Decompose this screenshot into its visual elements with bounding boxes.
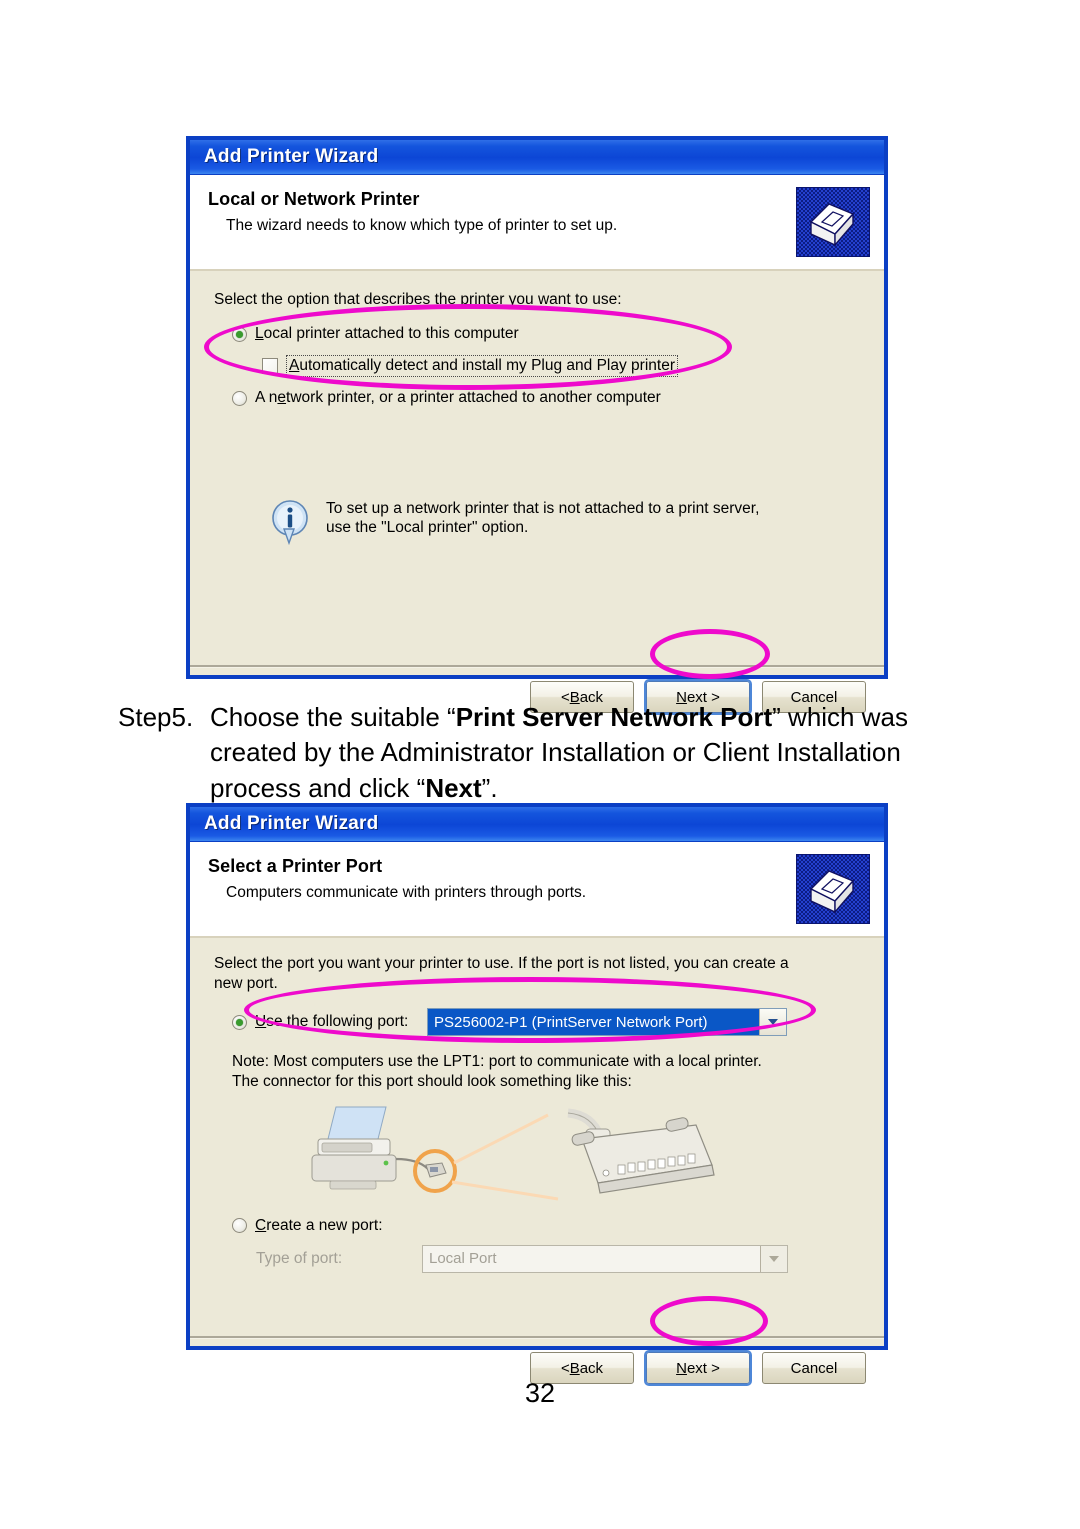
port-select-value: PS256002-P1 (PrintServer Network Port) xyxy=(428,1009,759,1036)
dialog1-header-subtitle: The wizard needs to know which type of p… xyxy=(226,217,618,234)
dialog2-header-title: Select a Printer Port xyxy=(208,856,383,876)
info-note-text: To set up a network printer that is not … xyxy=(326,499,759,538)
info-note-line2: use the "Local printer" option. xyxy=(326,519,529,537)
dialog1-body: Select the option that describes the pri… xyxy=(190,271,884,665)
radio-use-following-port-label: Use the following port: xyxy=(255,1013,409,1031)
radio-use-following-port[interactable]: Use the following port: PS256002-P1 (Pri… xyxy=(232,1008,862,1037)
radio-local-printer[interactable]: Local printer attached to this computer xyxy=(232,325,862,343)
dialog2-header-panel: Select a Printer Port Computers communic… xyxy=(190,842,884,938)
step-body: Choose the suitable “Print Server Networ… xyxy=(210,700,958,806)
dialog1-titlebar: Add Printer Wizard xyxy=(190,140,884,175)
radio-use-following-port-indicator[interactable] xyxy=(232,1014,247,1030)
dialog2-prompt-line2: new port. xyxy=(214,975,278,993)
step-body-bold1: Print Server Network Port xyxy=(455,702,773,732)
dialog2-header-subtitle: Computers communicate with printers thro… xyxy=(226,884,587,901)
port-select[interactable]: PS256002-P1 (PrintServer Network Port) xyxy=(427,1008,787,1037)
step-body-part3: ”. xyxy=(481,772,498,803)
dialog2-body: Select the port you want your printer to… xyxy=(190,938,884,1336)
add-printer-wizard-dialog-1: Add Printer Wizard Local or Network Prin… xyxy=(187,137,887,713)
info-note-line1: To set up a network printer that is not … xyxy=(326,500,760,517)
instruction-step5: Step5. Choose the suitable “Print Server… xyxy=(118,700,958,806)
add-printer-wizard-dialog-2: Add Printer Wizard Select a Printer Port… xyxy=(187,804,887,1384)
radio-local-printer-indicator[interactable] xyxy=(232,326,247,342)
dialog1-title: Add Printer Wizard xyxy=(204,146,379,167)
dialog2-note-line2: The connector for this port should look … xyxy=(232,1073,632,1091)
type-of-port-select[interactable]: Local Port xyxy=(422,1244,788,1273)
radio-network-printer[interactable]: A network printer, or a printer attached… xyxy=(232,389,862,407)
dialog2-title: Add Printer Wizard xyxy=(204,813,379,834)
step-body-part1: Choose the suitable “ xyxy=(210,702,456,732)
radio-create-new-port[interactable]: Create a new port: xyxy=(232,1217,862,1235)
dialog1-prompt: Select the option that describes the pri… xyxy=(214,291,622,308)
checkbox-autodetect[interactable]: Automatically detect and install my Plug… xyxy=(262,355,862,377)
printer-icon xyxy=(796,854,870,924)
information-icon xyxy=(272,500,308,546)
checkbox-autodetect-label: Automatically detect and install my Plug… xyxy=(286,355,678,377)
radio-create-new-port-indicator[interactable] xyxy=(232,1218,247,1234)
step-body-bold2: Next xyxy=(425,772,482,803)
dialog2-note: Note: Most computers use the LPT1: port … xyxy=(232,1052,862,1092)
dialog2-prompt-line1: Select the port you want your printer to… xyxy=(214,955,789,972)
type-of-port-row: Type of port: Local Port xyxy=(256,1244,862,1273)
dialog1-header-panel: Local or Network Printer The wizard need… xyxy=(190,175,884,271)
chevron-down-icon[interactable] xyxy=(759,1009,786,1036)
dialog2-note-line1: Note: Most computers use the LPT1: port … xyxy=(232,1053,762,1071)
radio-local-printer-label: Local printer attached to this computer xyxy=(255,325,519,342)
connector-illustration xyxy=(300,1103,862,1211)
radio-create-new-port-label: Create a new port: xyxy=(255,1216,383,1234)
dialog2-prompt: Select the port you want your printer to… xyxy=(214,954,862,994)
dialog2-titlebar: Add Printer Wizard xyxy=(190,807,884,842)
info-note: To set up a network printer that is not … xyxy=(270,499,862,547)
printer-icon xyxy=(796,187,870,257)
radio-network-printer-label: A network printer, or a printer attached… xyxy=(255,389,661,406)
dialog1-header-title: Local or Network Printer xyxy=(208,189,420,209)
type-of-port-value: Local Port xyxy=(429,1250,497,1268)
step-label: Step5. xyxy=(118,702,194,732)
type-of-port-label: Type of port: xyxy=(256,1249,343,1267)
chevron-down-icon[interactable] xyxy=(760,1245,787,1272)
checkbox-autodetect-box[interactable] xyxy=(262,358,278,374)
radio-network-printer-indicator[interactable] xyxy=(232,390,247,406)
page-number: 32 xyxy=(524,1378,556,1408)
